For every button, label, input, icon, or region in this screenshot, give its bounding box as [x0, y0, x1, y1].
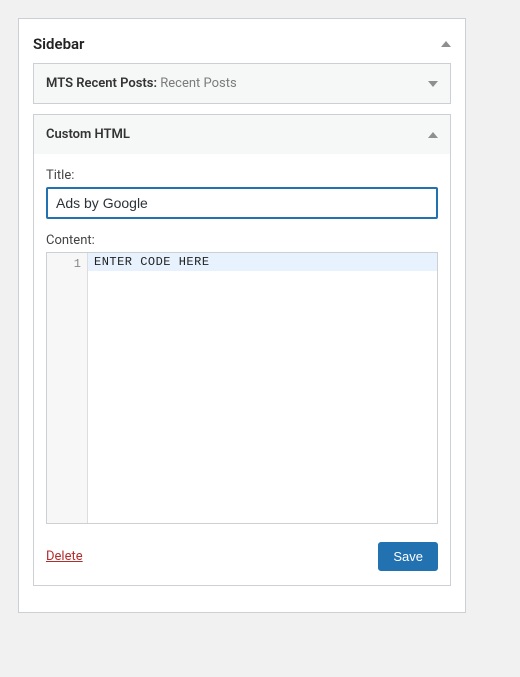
widget-name-custom-html: Custom HTML	[46, 127, 130, 142]
code-gutter: 1	[47, 253, 88, 523]
widget-body-custom-html: Title: Content: 1 ENTER CODE HERE Delete…	[34, 154, 450, 585]
widget-header-recent[interactable]: MTS Recent Posts: Recent Posts	[34, 64, 450, 103]
title-input[interactable]	[46, 187, 438, 219]
title-label: Title:	[46, 168, 438, 183]
widget-custom-html: Custom HTML Title: Content: 1 ENTER CODE…	[33, 114, 451, 586]
widget-header-custom-html[interactable]: Custom HTML	[34, 115, 450, 154]
delete-link[interactable]: Delete	[46, 549, 83, 564]
code-area[interactable]: ENTER CODE HERE	[88, 253, 437, 523]
chevron-up-icon	[428, 132, 438, 138]
code-line: ENTER CODE HERE	[88, 253, 437, 271]
sidebar-title: Sidebar	[33, 35, 84, 53]
widget-name-main: MTS Recent Posts:	[46, 76, 157, 91]
code-editor[interactable]: 1 ENTER CODE HERE	[46, 252, 438, 524]
sidebar-panel: Sidebar MTS Recent Posts: Recent Posts C…	[18, 18, 466, 613]
line-number: 1	[47, 257, 81, 271]
widget-actions: Delete Save	[46, 542, 438, 571]
content-label: Content:	[46, 233, 438, 248]
chevron-down-icon	[428, 81, 438, 87]
save-button[interactable]: Save	[378, 542, 438, 571]
chevron-up-icon	[441, 41, 451, 47]
widget-name-recent: MTS Recent Posts: Recent Posts	[46, 76, 237, 91]
widget-name-sub: Recent Posts	[160, 76, 236, 91]
widget-mts-recent-posts: MTS Recent Posts: Recent Posts	[33, 63, 451, 104]
sidebar-header[interactable]: Sidebar	[33, 31, 451, 63]
